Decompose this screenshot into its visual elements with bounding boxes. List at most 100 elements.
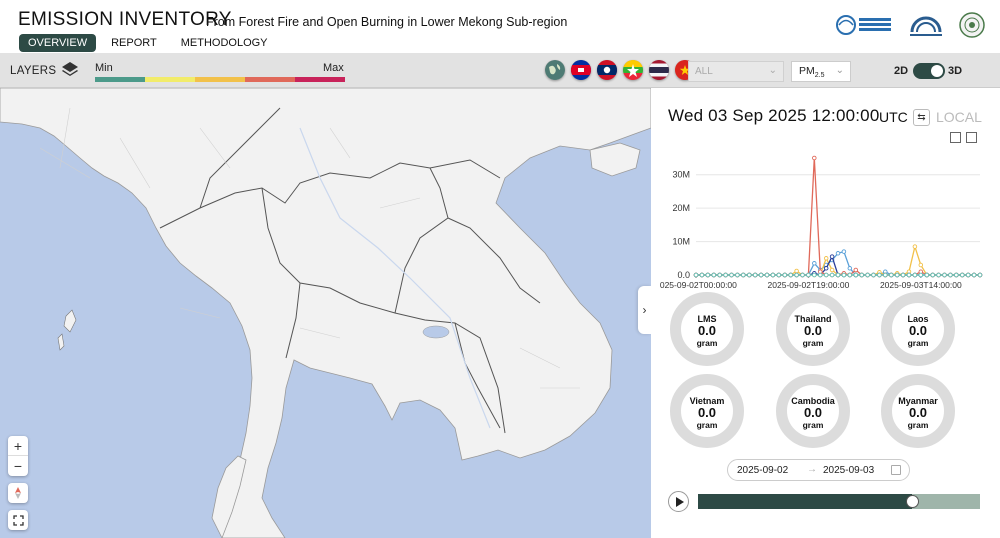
data-point xyxy=(841,249,847,254)
gauge-vietnam: Vietnam 0.0 gram xyxy=(670,374,744,448)
data-point xyxy=(823,272,829,278)
app-subtitle: From Forest Fire and Open Burning in Low… xyxy=(206,15,568,29)
data-point xyxy=(794,272,799,278)
data-point xyxy=(699,272,705,278)
country-select[interactable]: ALL ⌄ xyxy=(688,61,784,82)
y-tick-label: 20M xyxy=(672,203,690,213)
base-map[interactable] xyxy=(0,88,651,538)
fullscreen-button[interactable] xyxy=(8,510,28,530)
gauge-unit: gram xyxy=(696,338,718,348)
dimension-toggle[interactable] xyxy=(913,63,945,79)
zoom-in-button[interactable]: + xyxy=(8,436,28,456)
mainland-landmass xyxy=(0,88,651,538)
data-point xyxy=(918,272,924,278)
legend-swatch xyxy=(145,77,195,82)
legend-swatch xyxy=(95,77,145,82)
cambodia-flag-icon[interactable] xyxy=(571,60,591,80)
gauge-unit: gram xyxy=(802,420,824,430)
data-point xyxy=(841,272,847,278)
tab-methodology[interactable]: METHODOLOGY xyxy=(172,34,277,52)
data-point xyxy=(812,261,817,266)
data-point xyxy=(883,272,888,278)
y-tick-label: 10M xyxy=(672,237,690,247)
gauge-cambodia: Cambodia 0.0 gram xyxy=(776,374,850,448)
globe-icon[interactable] xyxy=(545,60,565,80)
chevron-down-icon: ⌄ xyxy=(768,65,777,76)
data-point xyxy=(711,272,717,278)
panel-collapse-button[interactable]: › xyxy=(638,286,651,334)
data-point xyxy=(829,267,835,273)
date-end-field[interactable]: 2025-09-03 xyxy=(823,465,874,476)
hainan-island xyxy=(589,142,641,177)
x-tick-label: 2025-09-02T00:00:00 xyxy=(660,280,737,290)
data-point xyxy=(847,272,853,278)
myanmar-flag-icon[interactable] xyxy=(623,60,643,80)
data-point xyxy=(835,251,841,256)
gauge-value: 0.0 xyxy=(697,405,717,420)
series-line xyxy=(696,244,980,276)
emission-timeseries-chart[interactable]: 0.0 10M 20M 30M 2025-09-02T00:00:00 2025-09-0… xyxy=(660,140,990,292)
data-point xyxy=(942,272,947,278)
timezone-swap-button[interactable]: ⇆ xyxy=(913,109,930,126)
data-point xyxy=(924,272,930,278)
mode-2d-label[interactable]: 2D xyxy=(894,65,908,77)
data-point xyxy=(723,272,728,278)
timeline-handle[interactable] xyxy=(906,495,920,508)
zoom-out-button[interactable]: − xyxy=(8,456,28,476)
legend-swatch xyxy=(245,77,295,82)
data-point xyxy=(977,272,983,278)
data-point xyxy=(829,272,835,278)
data-point xyxy=(865,272,870,278)
legend-color-bar xyxy=(95,77,345,82)
timeline-slider[interactable] xyxy=(698,494,980,509)
data-point xyxy=(960,272,965,278)
data-point xyxy=(782,272,788,278)
legend-swatch xyxy=(295,77,345,82)
app-title: EMISSION INVENTORY xyxy=(18,9,232,30)
timeline-progress xyxy=(698,494,913,509)
tab-report[interactable]: REPORT xyxy=(102,34,166,52)
pollutant-select[interactable]: PM2.5 ⌄ xyxy=(791,61,851,82)
pollutant-value: PM xyxy=(799,65,815,77)
x-tick-label: 2025-09-02T19:00:00 xyxy=(768,280,850,290)
data-point xyxy=(812,272,817,278)
gauge-value: 0.0 xyxy=(803,405,823,420)
chevron-right-icon: › xyxy=(642,303,647,317)
gauge-myanmar: Myanmar 0.0 gram xyxy=(881,374,955,448)
current-datetime: Wed 03 Sep 2025 12:00:00 xyxy=(668,106,880,125)
tab-overview[interactable]: OVERVIEW xyxy=(19,34,97,52)
data-point xyxy=(847,266,853,271)
app-header: EMISSION INVENTORY From Forest Fire and … xyxy=(0,0,1000,53)
series-line xyxy=(696,254,980,276)
data-point xyxy=(948,272,953,278)
calendar-icon[interactable] xyxy=(891,465,901,475)
layers-icon[interactable] xyxy=(60,60,80,80)
x-tick-label: 2025-09-03T14:00:00 xyxy=(880,280,962,290)
local-label[interactable]: LOCAL xyxy=(936,109,982,125)
compass-button[interactable] xyxy=(8,483,28,503)
mode-3d-label[interactable]: 3D xyxy=(948,65,962,77)
layers-label[interactable]: LAYERS xyxy=(10,65,56,77)
laos-flag-icon[interactable] xyxy=(597,60,617,80)
country-flags xyxy=(545,60,695,80)
data-point xyxy=(823,266,829,271)
data-point xyxy=(835,272,841,278)
data-point xyxy=(752,272,758,278)
arrow-right-icon: → xyxy=(807,464,817,475)
data-point xyxy=(812,155,817,161)
y-tick-label: 30M xyxy=(672,170,690,180)
date-start-field[interactable]: 2025-09-02 xyxy=(737,465,788,476)
data-point xyxy=(853,272,859,278)
map-view[interactable]: + − xyxy=(0,88,651,538)
partner-logos xyxy=(836,10,986,40)
date-range-picker[interactable]: 2025-09-02 → 2025-09-03 xyxy=(727,459,910,481)
gauge-unit: gram xyxy=(802,338,824,348)
play-button[interactable] xyxy=(668,491,689,512)
partner-agency-logo xyxy=(910,16,942,36)
thailand-flag-icon[interactable] xyxy=(649,60,669,80)
utc-label[interactable]: UTC xyxy=(879,109,908,125)
data-point xyxy=(871,272,876,278)
data-point xyxy=(829,254,835,259)
gauge-value: 0.0 xyxy=(803,323,823,338)
legend-swatch xyxy=(195,77,245,82)
